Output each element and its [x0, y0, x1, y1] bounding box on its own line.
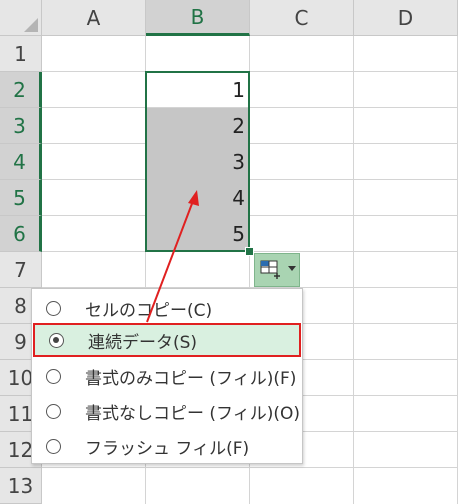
- column-header-c[interactable]: C: [250, 0, 354, 36]
- chevron-down-icon: [288, 266, 296, 271]
- gridline: [42, 107, 458, 108]
- menu-item-copy-cells[interactable]: セルのコピー(C): [32, 291, 302, 325]
- select-all-button[interactable]: [0, 0, 42, 36]
- select-all-triangle-icon: [24, 18, 38, 32]
- radio-icon: [46, 300, 61, 316]
- menu-item-label: 連続データ(S): [88, 332, 198, 353]
- menu-item-fill-formatting-only[interactable]: 書式のみコピー (フィル)(F): [32, 359, 302, 393]
- gridline: [42, 179, 458, 180]
- row-header-6[interactable]: 6: [0, 216, 42, 252]
- row-header-7[interactable]: 7: [0, 252, 42, 288]
- menu-item-fill-without-formatting[interactable]: 書式なしコピー (フィル)(O): [32, 394, 302, 428]
- gridline: [42, 467, 458, 468]
- gridline: [42, 143, 458, 144]
- gridline: [42, 71, 458, 72]
- row-header-5[interactable]: 5: [0, 180, 42, 216]
- menu-item-label: 書式なしコピー (フィル)(O): [85, 403, 300, 424]
- column-header-b[interactable]: B: [146, 0, 250, 36]
- menu-item-label: 書式のみコピー (フィル)(F): [85, 368, 297, 389]
- menu-item-fill-series[interactable]: 連続データ(S): [33, 323, 301, 357]
- row-header-3[interactable]: 3: [0, 108, 42, 144]
- column-header-a[interactable]: A: [42, 0, 146, 36]
- radio-icon: [46, 403, 61, 419]
- radio-icon: [46, 368, 61, 384]
- auto-fill-options-icon: [260, 260, 296, 279]
- selection-border: [145, 71, 250, 252]
- fill-handle[interactable]: [245, 247, 254, 256]
- menu-item-flash-fill[interactable]: フラッシュ フィル(F): [32, 429, 302, 463]
- row-header-1[interactable]: 1: [0, 36, 42, 72]
- spreadsheet-grid[interactable]: A B C D 1 2 3 4 5 6 7 8 9 10 11 12 13 1 …: [0, 0, 458, 504]
- menu-item-label: セルのコピー(C): [85, 300, 213, 321]
- column-header-d[interactable]: D: [354, 0, 458, 36]
- radio-selected-icon: [49, 332, 64, 348]
- row-header-13[interactable]: 13: [0, 468, 42, 504]
- gridline: [42, 215, 458, 216]
- auto-fill-options-menu: セルのコピー(C) 連続データ(S) 書式のみコピー (フィル)(F) 書式なし…: [31, 288, 303, 464]
- radio-icon: [46, 438, 61, 454]
- row-header-4[interactable]: 4: [0, 144, 42, 180]
- auto-fill-options-button[interactable]: [254, 253, 300, 287]
- row-header-2[interactable]: 2: [0, 72, 42, 108]
- menu-item-label: フラッシュ フィル(F): [85, 438, 250, 459]
